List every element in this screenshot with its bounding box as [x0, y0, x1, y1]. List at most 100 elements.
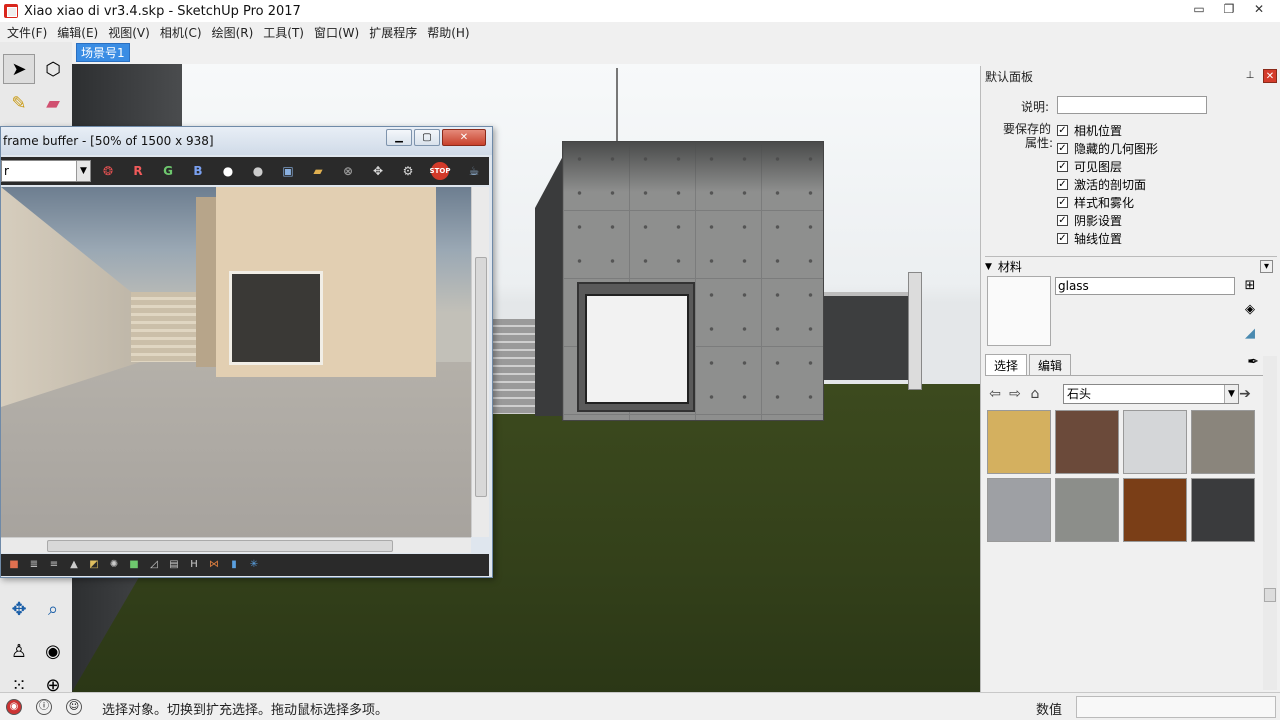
back-arrow-icon[interactable]: ⇦ — [985, 384, 1005, 404]
srgb-icon[interactable]: ✺ — [107, 558, 121, 572]
checkbox-camera-location[interactable]: ✓ 相机位置 — [1057, 121, 1122, 139]
home-icon[interactable]: ⌂ — [1025, 384, 1045, 404]
material-swatch[interactable] — [987, 410, 1051, 474]
tab-select[interactable]: 选择 — [985, 354, 1028, 375]
frame-buffer-titlebar[interactable]: frame buffer - [50% of 1500 x 938] ▁ ▢ ✕ — [1, 127, 492, 155]
eraser-icon[interactable]: ▰ — [37, 88, 69, 118]
checkbox-icon[interactable]: ✓ — [1057, 124, 1068, 136]
close-button[interactable]: ✕ — [1244, 0, 1274, 20]
checkbox-icon[interactable]: ✓ — [1057, 178, 1068, 190]
restore-button[interactable]: ❐ — [1214, 0, 1244, 20]
lens-effects-icon[interactable]: ⋈ — [207, 558, 221, 572]
checkbox-icon[interactable]: ✓ — [1057, 232, 1068, 244]
zoom-window-icon[interactable]: ⌕ — [37, 594, 69, 624]
checkbox-visible-layers[interactable]: ✓ 可见图层 — [1057, 157, 1122, 175]
description-input[interactable] — [1057, 96, 1207, 114]
settings-icon[interactable]: ✳ — [247, 558, 261, 572]
clear-icon[interactable]: ⊗ — [337, 162, 359, 180]
fb-vertical-thumb[interactable] — [475, 257, 487, 497]
checkbox-shadow-settings[interactable]: ✓ 阴影设置 — [1057, 211, 1122, 229]
create-material-icon[interactable]: ⊞ — [1241, 278, 1259, 296]
panel-collapse-icon[interactable]: ▾ — [1260, 260, 1273, 273]
user-icon[interactable]: ☺ — [66, 698, 82, 715]
stop-render-icon[interactable]: STOP — [430, 162, 450, 180]
scene-tab-1[interactable]: 场景号1 — [76, 43, 130, 62]
alpha-white-icon[interactable]: ● — [217, 162, 239, 180]
red-channel-button[interactable]: R — [127, 162, 149, 180]
checkbox-hidden-geometry[interactable]: ✓ 隐藏的几何图形 — [1057, 139, 1158, 157]
green-channel-button[interactable]: G — [157, 162, 179, 180]
eyedropper-icon[interactable]: ✒ — [1247, 354, 1259, 370]
render-teapot-icon[interactable]: ☕ — [463, 162, 485, 180]
paint-bucket-icon[interactable]: ✎ — [3, 88, 35, 118]
menu-window[interactable]: 窗口(W) — [309, 24, 364, 41]
credits-icon[interactable]: ⓘ — [36, 698, 52, 715]
forward-arrow-icon[interactable]: ⇨ — [1005, 384, 1025, 404]
material-swatch[interactable] — [1191, 478, 1255, 542]
channel-select[interactable]: r ▼ — [1, 160, 91, 182]
checkbox-icon[interactable]: ✓ — [1057, 142, 1068, 154]
sample-paint-icon[interactable]: ◢ — [1241, 326, 1259, 344]
material-name-input[interactable]: glass — [1055, 277, 1235, 295]
render-region-icon[interactable]: ⚙ — [397, 162, 419, 180]
checkbox-icon[interactable]: ✓ — [1057, 214, 1068, 226]
rgb-color-icon[interactable]: ❂ — [97, 162, 119, 180]
menu-view[interactable]: 视图(V) — [103, 24, 155, 41]
menu-file[interactable]: 文件(F) — [2, 24, 52, 41]
zoom-extents-icon[interactable]: ✥ — [3, 594, 35, 624]
save-icon[interactable]: ▣ — [277, 162, 299, 180]
checkbox-axes-location[interactable]: ✓ 轴线位置 — [1057, 229, 1122, 247]
collapse-arrow-icon[interactable]: ▼ — [985, 262, 992, 272]
color-correction-icon[interactable]: ■ — [7, 558, 21, 572]
checkbox-active-section[interactable]: ✓ 激活的剖切面 — [1057, 175, 1146, 193]
materials-section-header[interactable]: ▼ 材料 ▾ — [985, 256, 1277, 276]
fb-horizontal-thumb[interactable] — [47, 540, 393, 552]
material-swatch[interactable] — [1123, 410, 1187, 474]
frame-buffer-window[interactable]: frame buffer - [50% of 1500 x 938] ▁ ▢ ✕… — [0, 126, 493, 578]
menu-tools[interactable]: 工具(T) — [258, 24, 309, 41]
details-arrow-icon[interactable]: ➔ — [1235, 384, 1255, 404]
tab-edit[interactable]: 编辑 — [1029, 354, 1072, 375]
checkbox-icon[interactable]: ✓ — [1057, 160, 1068, 172]
checkbox-style-fog[interactable]: ✓ 样式和雾化 — [1057, 193, 1134, 211]
select-tool-icon[interactable]: ➤ — [3, 54, 35, 84]
fb-minimize-button[interactable]: ▁ — [386, 129, 412, 146]
curves-icon[interactable]: ≡ — [47, 558, 61, 572]
mono-icon[interactable]: ● — [247, 162, 269, 180]
measurements-input[interactable] — [1076, 696, 1276, 718]
compare-icon[interactable]: ▮ — [227, 558, 241, 572]
material-swatch[interactable] — [1123, 478, 1187, 542]
info-icon[interactable]: ▤ — [167, 558, 181, 572]
geo-location-icon[interactable]: ◉ — [6, 698, 22, 715]
lut-icon[interactable]: ■ — [127, 558, 141, 572]
blue-channel-button[interactable]: B — [187, 162, 209, 180]
material-swatch[interactable] — [987, 478, 1051, 542]
menu-draw[interactable]: 绘图(R) — [207, 24, 259, 41]
levels-icon[interactable]: ≣ — [27, 558, 41, 572]
menu-camera[interactable]: 相机(C) — [155, 24, 207, 41]
default-material-icon[interactable]: ◈ — [1241, 302, 1259, 320]
fb-close-button[interactable]: ✕ — [442, 129, 486, 146]
material-swatch[interactable] — [1055, 410, 1119, 474]
menu-help[interactable]: 帮助(H) — [422, 24, 474, 41]
menu-extensions[interactable]: 扩展程序 — [364, 24, 422, 41]
tray-scroll-thumb[interactable] — [1264, 588, 1276, 602]
look-around-icon[interactable]: ◉ — [37, 636, 69, 666]
minimize-button[interactable]: ▭ — [1184, 0, 1214, 20]
fb-maximize-button[interactable]: ▢ — [414, 129, 440, 146]
tray-close-icon[interactable]: ✕ — [1263, 69, 1277, 83]
material-swatch[interactable] — [1055, 478, 1119, 542]
fb-horizontal-scrollbar[interactable] — [1, 537, 471, 553]
collection-select[interactable]: 石头 ▼ — [1063, 384, 1239, 404]
checkbox-icon[interactable]: ✓ — [1057, 196, 1068, 208]
position-camera-icon[interactable]: ♙ — [3, 636, 35, 666]
track-mouse-icon[interactable]: ✥ — [367, 162, 389, 180]
tray-vertical-scrollbar[interactable] — [1263, 356, 1277, 690]
material-swatch[interactable] — [1191, 410, 1255, 474]
make-component-icon[interactable]: ⬡ — [37, 54, 69, 84]
pin-icon[interactable]: ⊥ — [1243, 69, 1257, 83]
histogram-icon[interactable]: ▲ — [67, 558, 81, 572]
open-folder-icon[interactable]: ▰ — [307, 162, 329, 180]
menu-edit[interactable]: 编辑(E) — [52, 24, 103, 41]
fb-vertical-scrollbar[interactable] — [471, 187, 489, 537]
